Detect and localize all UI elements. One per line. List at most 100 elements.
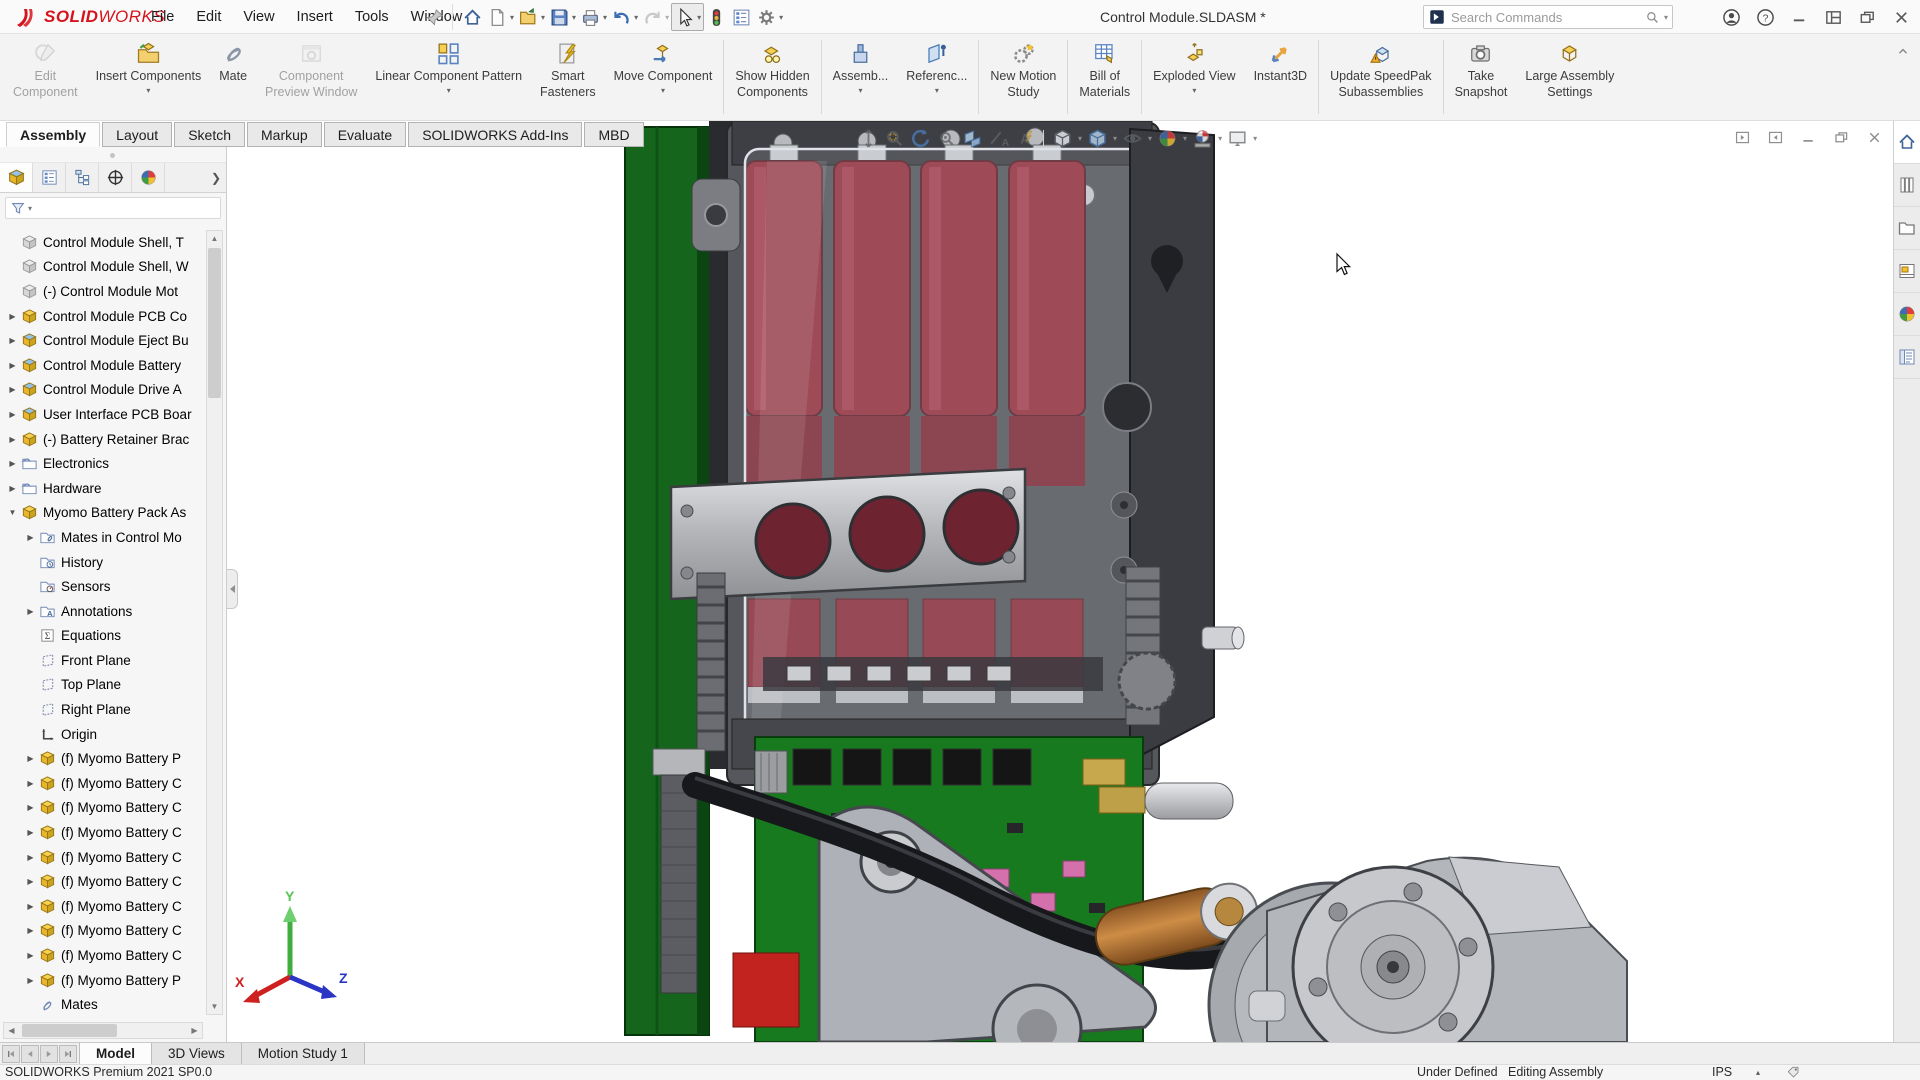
displaymanager-tab[interactable]: [132, 163, 165, 192]
close-button[interactable]: [1889, 5, 1914, 30]
restore-doc-button[interactable]: [1833, 129, 1850, 146]
pane-left-button[interactable]: [1734, 129, 1751, 146]
tab-assembly[interactable]: Assembly: [6, 122, 100, 147]
tree-item-hardware[interactable]: ▶Hardware: [0, 476, 206, 501]
caret-down-icon[interactable]: ▾: [935, 86, 939, 95]
tree-item-control-module-shell-w[interactable]: Control Module Shell, W: [0, 255, 206, 280]
tree-item-control-module-battery[interactable]: ▶Control Module Battery: [0, 353, 206, 378]
new-motion-study-button[interactable]: New MotionStudy: [981, 34, 1065, 120]
zoom-fit-button[interactable]: [857, 127, 880, 150]
expander-icon[interactable]: ▶: [23, 754, 38, 763]
expander-icon[interactable]: ▶: [5, 435, 20, 444]
caret-down-icon[interactable]: ▾: [661, 86, 665, 95]
user-account-button[interactable]: [1719, 5, 1744, 30]
expander-icon[interactable]: ▶: [23, 803, 38, 812]
panel-flyout-handle[interactable]: [227, 569, 238, 609]
units-caret-icon[interactable]: ▴: [1756, 1065, 1760, 1080]
expander-icon[interactable]: ▶: [5, 410, 20, 419]
menu-edit[interactable]: Edit: [185, 0, 232, 34]
annotations-visibility-button[interactable]: A: [1013, 127, 1036, 150]
tree-item-f-myomo-battery-p[interactable]: ▶(f) Myomo Battery P: [0, 746, 206, 771]
pane-right-button[interactable]: [1767, 129, 1784, 146]
tree-item-f-myomo-battery-c[interactable]: ▶(f) Myomo Battery C: [0, 919, 206, 944]
save-button[interactable]: ▾: [547, 3, 578, 31]
tree-item-sensors[interactable]: Sensors: [0, 574, 206, 599]
tree-filter-box[interactable]: ▾: [5, 197, 221, 219]
insert-components-button[interactable]: Insert Components▾: [87, 34, 211, 120]
dynamic-annotation-views-button[interactable]: A: [987, 127, 1010, 150]
featuremanager-tab[interactable]: [0, 163, 33, 192]
panel-expand-arrow[interactable]: ❯: [206, 163, 226, 192]
scroll-up-icon[interactable]: ▲: [207, 231, 222, 246]
caret-down-icon[interactable]: ▾: [858, 86, 862, 95]
tree-item-top-plane[interactable]: Top Plane: [0, 673, 206, 698]
taskpane-design-library-button[interactable]: [1894, 164, 1920, 207]
expander-icon[interactable]: ▶: [23, 779, 38, 788]
edit-appearance-button[interactable]: [1156, 127, 1179, 150]
tree-item-control-module-drive-a[interactable]: ▶Control Module Drive A: [0, 378, 206, 403]
tab-sketch[interactable]: Sketch: [174, 122, 245, 147]
expander-icon[interactable]: ▶: [23, 533, 38, 542]
help-button[interactable]: ?: [1753, 5, 1778, 30]
bottom-tab-motion-study-1[interactable]: Motion Study 1: [242, 1043, 365, 1064]
tree-item-f-myomo-battery-c[interactable]: ▶(f) Myomo Battery C: [0, 894, 206, 919]
taskpane-custom-properties-button[interactable]: [1894, 336, 1920, 379]
expander-icon[interactable]: ▶: [23, 607, 38, 616]
expander-icon[interactable]: ▼: [5, 508, 20, 517]
tree-item-control-module-mot[interactable]: (-) Control Module Mot: [0, 279, 206, 304]
menu-tools[interactable]: Tools: [344, 0, 400, 34]
caret-down-icon[interactable]: ▾: [572, 13, 576, 22]
view-orientation-button[interactable]: [1051, 127, 1074, 150]
window-layout-button[interactable]: [1821, 5, 1846, 30]
tree-item-front-plane[interactable]: Front Plane: [0, 648, 206, 673]
expander-icon[interactable]: ▶: [5, 459, 20, 468]
pin-menu-icon[interactable]: [425, 8, 444, 27]
tree-item-f-myomo-battery-c[interactable]: ▶(f) Myomo Battery C: [0, 943, 206, 968]
tab-layout[interactable]: Layout: [102, 122, 172, 147]
tree-item-electronics[interactable]: ▶Electronics: [0, 451, 206, 476]
take-snapshot-button[interactable]: TakeSnapshot: [1446, 34, 1517, 120]
caret-down-icon[interactable]: ▾: [603, 13, 607, 22]
tree-item-right-plane[interactable]: Right Plane: [0, 697, 206, 722]
filter-caret-icon[interactable]: ▾: [28, 204, 32, 213]
tab-evaluate[interactable]: Evaluate: [324, 122, 406, 147]
reference-geometry-button[interactable]: Referenc...▾: [897, 34, 976, 120]
search-icon[interactable]: [1645, 10, 1660, 25]
expander-icon[interactable]: ▶: [5, 312, 20, 321]
mate-button[interactable]: Mate: [210, 34, 256, 120]
nav-next-button[interactable]: [40, 1045, 58, 1063]
tree-item-f-myomo-battery-c[interactable]: ▶(f) Myomo Battery C: [0, 796, 206, 821]
assembly-features-button[interactable]: Assemb...▾: [824, 34, 898, 120]
instant3d-button[interactable]: Instant3D: [1245, 34, 1317, 120]
tree-item-mates-in-control-mo[interactable]: ▶Mates in Control Mo: [0, 525, 206, 550]
tab-markup[interactable]: Markup: [247, 122, 322, 147]
expander-icon[interactable]: ▶: [5, 385, 20, 394]
menu-file[interactable]: File: [140, 0, 185, 34]
hide-show-items-button[interactable]: [1121, 127, 1144, 150]
expander-icon[interactable]: ▶: [23, 853, 38, 862]
model-motor-pulley[interactable]: [1209, 857, 1627, 1042]
print-button[interactable]: ▾: [578, 3, 609, 31]
caret-down-icon[interactable]: ▾: [510, 13, 514, 22]
tree-item-f-myomo-battery-c[interactable]: ▶(f) Myomo Battery C: [0, 845, 206, 870]
section-view-button[interactable]: [961, 127, 984, 150]
restore-button[interactable]: [1855, 5, 1880, 30]
apply-scene-button[interactable]: [1191, 127, 1214, 150]
status-units-value[interactable]: IPS: [1712, 1065, 1732, 1080]
previous-view-button[interactable]: [909, 127, 932, 150]
taskpane-file-explorer-button[interactable]: [1894, 207, 1920, 250]
nav-last-button[interactable]: [59, 1045, 77, 1063]
menu-insert[interactable]: Insert: [286, 0, 344, 34]
exploded-view-button[interactable]: Exploded View▾: [1144, 34, 1244, 120]
expander-icon[interactable]: ▶: [5, 484, 20, 493]
tree-item-control-module-shell-t[interactable]: Control Module Shell, T: [0, 230, 206, 255]
magnified-selection-button[interactable]: [935, 127, 958, 150]
3d-model-view[interactable]: Y X Z: [227, 121, 1893, 1042]
caret-down-icon[interactable]: ▾: [447, 86, 451, 95]
caret-down-icon[interactable]: ▾: [1253, 134, 1257, 143]
tab-mbd[interactable]: MBD: [584, 122, 643, 147]
expander-icon[interactable]: ▶: [5, 361, 20, 370]
propertymanager-tab[interactable]: [33, 163, 66, 192]
taskpane-view-palette-button[interactable]: [1894, 250, 1920, 293]
file-properties-button[interactable]: [729, 3, 754, 31]
